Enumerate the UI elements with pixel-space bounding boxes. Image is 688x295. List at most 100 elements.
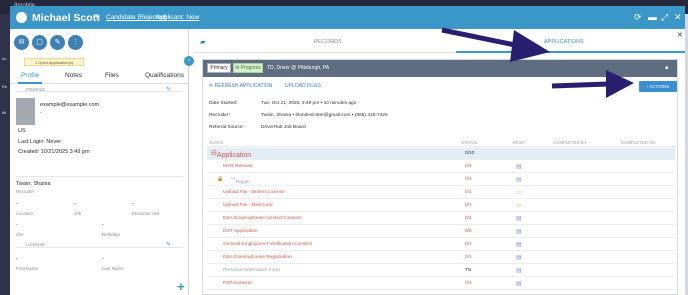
site-label: Site [16,232,24,237]
country-value: US [18,128,26,134]
expand-icon[interactable]: ⤢ [661,12,668,23]
avatar[interactable] [16,12,27,23]
applicant-status-link[interactable]: Applicant: New [156,14,199,21]
table-row[interactable]: D&A Clearinghouse Registration 0/1 ▤ [207,252,675,264]
task-status: 0/1 [465,216,472,221]
chevron-up-icon[interactable]: ▴ [665,63,669,71]
task-status: 0/8 [465,229,472,234]
task-name[interactable]: Upload File - Drivers License [223,190,285,195]
recruiter-value: Twain, Shania [16,181,51,187]
tab-records[interactable]: RECORDS [314,39,342,45]
folder-icon[interactable]: ▭ [516,189,522,196]
tab-applications[interactable]: APPLICATIONS [544,39,584,45]
recruiter-label: Recruiter [16,189,35,194]
refresh-icon[interactable]: ⟳ [634,12,642,23]
folder-icon[interactable]: ▰ [200,38,205,46]
document-icon[interactable]: ▤ [516,241,522,248]
task-status: 0/1 [465,164,472,169]
table-row[interactable]: Upload File - Med Card 0/1 ▭ [207,200,675,212]
edit-button[interactable]: ✎ [50,35,65,50]
document-icon[interactable]: ▤ [516,280,522,287]
background-sidebar: Ac Re Mi [0,14,10,295]
referral-value: DriverHub Job Board [261,125,306,130]
birthdate-value: - [102,222,104,228]
recruiter-label: Recruiter: [209,113,230,118]
task-status: 0/10 [465,151,475,156]
business-unit-value: - [132,201,134,207]
tab-profile[interactable]: Profile [21,72,39,79]
minimize-icon[interactable]: ▬ [648,12,657,22]
tasks-table-header: TASKS STATUS RESP. COMPLETED BY COMPLETE… [207,139,675,147]
applications-panel: ▰ RECORDS APPLICATIONS ✕ Primary In Prog… [194,29,685,295]
background-side-item: Re [2,84,8,89]
task-name[interactable]: D&A Clearinghouse Limited Consent [223,216,301,221]
referral-label: Referral Source: [209,125,244,130]
table-row[interactable]: D&A Clearinghouse Limited Consent 0/1 ▤ [207,213,675,225]
header-completed-on: COMPLETED ON [621,140,656,145]
more-button[interactable]: ⋮ [68,35,83,50]
date-started-value: Tue, Oct 21, 2025, 3:49 pm • 10 minutes … [261,101,357,106]
task-name[interactable]: DOT Application [223,229,258,234]
document-icon[interactable]: ▤ [516,228,522,235]
close-icon[interactable]: ✕ [677,31,683,39]
task-status: 0/1 [465,281,472,286]
table-row[interactable]: Upload File - Drivers License 0/1 ▭ [207,187,675,199]
task-status: 0/1 [465,255,472,260]
tab-qualifications[interactable]: Qualifications [145,72,184,79]
more-icon: ⋮ [72,39,79,46]
tab-notes[interactable]: Notes [65,72,82,79]
table-row[interactable]: 🔒 ↪ Trigger 0/1 ▤ [207,174,675,186]
close-modal-icon[interactable]: ✕ [674,12,682,23]
message-button[interactable]: ▢ [32,35,47,50]
email-value[interactable]: example@example.com [40,102,99,108]
task-name[interactable]: D&A Clearinghouse Registration [223,255,292,260]
document-icon[interactable]: ▤ [516,215,522,222]
modal-header: Michael Scott ✎ Candidate [Rejected] App… [10,6,685,29]
application-card: Primary In Progress TD, Driver @ Pittsbu… [202,59,678,295]
refresh-application-label: REFRESH APPLICATION [214,83,273,89]
folder-icon[interactable]: ▭ [516,202,522,209]
first-name-label: First Name [16,266,39,271]
tab-files[interactable]: Files [105,72,119,79]
refresh-application-button[interactable]: ⟳ REFRESH APPLICATION [209,83,272,89]
actions-button[interactable]: ‹ ACTIONS [639,81,677,92]
task-name[interactable]: General Employment Verification Consent [223,242,312,247]
task-name[interactable]: PSP Consent [223,281,252,286]
created-date: Created: 10/21/2025 3:49 pm [18,149,90,155]
task-status: 0/1 [465,177,472,182]
collapse-panel-button[interactable]: ‹ [184,56,194,66]
document-icon[interactable]: ▤ [516,176,522,183]
chat-icon: ▢ [36,39,43,46]
task-name[interactable]: MVR Release [223,164,253,169]
header-completed-by: COMPLETED BY [553,140,587,145]
table-row[interactable]: PSP Consent 0/1 ▤ [207,278,675,290]
task-status: 0/1 [465,190,472,195]
header-status: STATUS [461,140,478,145]
document-icon[interactable]: ▤ [516,254,522,261]
applications-tab-indicator [456,51,685,53]
document-icon[interactable]: ▤ [516,163,522,170]
table-row[interactable]: General Employment Verification Consent … [207,239,675,251]
active-tab-indicator [18,82,42,84]
edit-name-icon[interactable]: ✎ [94,13,101,22]
task-name: ↪ Trigger [231,177,251,185]
job-label: Job [74,211,82,216]
upload-files-button[interactable]: UPLOAD FILES [285,83,321,89]
header-resp: RESP. [513,140,526,145]
document-icon[interactable]: ▤ [516,267,522,274]
email-button[interactable]: ✉ [14,35,29,50]
candidate-modal: Michael Scott ✎ Candidate [Rejected] App… [10,6,685,295]
task-name: ⊟ Application [211,150,252,159]
divider [16,176,183,177]
job-value: - [74,201,76,207]
task-name[interactable]: Upload File - Med Card [223,203,273,208]
left-scrollbar[interactable] [188,59,189,239]
add-icon[interactable]: + [177,279,185,294]
table-row[interactable]: MVR Release 0/1 ▤ [207,161,675,173]
task-name[interactable]: Personal Information Form [223,268,280,273]
open-applications-badge[interactable]: 1 Open Application(s) [24,58,84,66]
table-row-group[interactable]: ⊟ Application 0/10 [207,148,675,160]
table-row[interactable]: Personal Information Form TN ▤ [207,265,675,277]
records-tabs: ▰ RECORDS APPLICATIONS ✕ [194,29,685,53]
table-row[interactable]: DOT Application 0/8 ▤ [207,226,675,238]
